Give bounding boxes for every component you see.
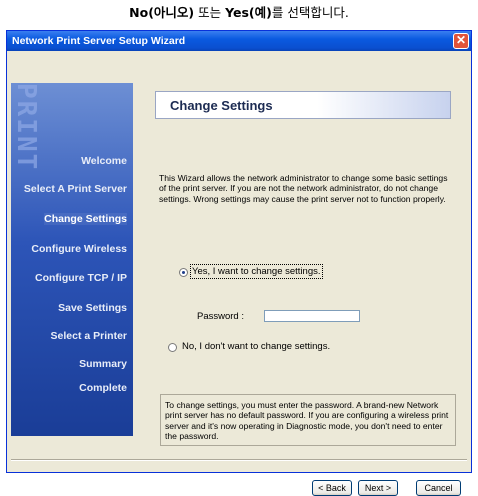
password-input[interactable] bbox=[264, 310, 360, 322]
sidebar-item-complete: Complete bbox=[79, 382, 127, 394]
sidebar-item-welcome: Welcome bbox=[81, 155, 127, 167]
back-button[interactable]: < Back bbox=[312, 480, 352, 496]
close-icon: ✕ bbox=[455, 33, 467, 47]
sidebar-item-configure-tcpip: Configure TCP / IP bbox=[35, 272, 127, 284]
caption-no: No(아니오) bbox=[129, 5, 195, 20]
page-title: Change Settings bbox=[170, 98, 273, 113]
description-text: This Wizard allows the network administr… bbox=[159, 173, 448, 204]
sidebar-item-select-printer: Select a Printer bbox=[50, 330, 127, 342]
sidebar-item-select-print-server: Select A Print Server bbox=[23, 183, 127, 195]
password-label: Password : bbox=[197, 311, 244, 322]
print-logo: PRINT bbox=[11, 83, 41, 172]
caption-or: 또는 bbox=[194, 5, 226, 20]
next-button[interactable]: Next > bbox=[358, 480, 398, 496]
window-title: Network Print Server Setup Wizard bbox=[12, 35, 186, 47]
sidebar-item-change-settings: Change Settings bbox=[44, 213, 127, 225]
close-button[interactable]: ✕ bbox=[453, 33, 469, 49]
page-header: Change Settings bbox=[155, 91, 451, 119]
radio-yes[interactable] bbox=[179, 268, 188, 277]
wizard-sidebar: PRINT Welcome Select A Print Server Chan… bbox=[11, 83, 133, 436]
sidebar-item-summary: Summary bbox=[79, 358, 127, 370]
button-separator bbox=[11, 459, 467, 461]
password-note: To change settings, you must enter the p… bbox=[160, 394, 456, 446]
wizard-window: Network Print Server Setup Wizard ✕ PRIN… bbox=[6, 30, 472, 496]
page-caption: No(아니오) 또는 Yes(예)를 선택합니다. bbox=[0, 2, 478, 21]
radio-no-label[interactable]: No, I don't want to change settings. bbox=[182, 341, 330, 352]
caption-yes: Yes(예) bbox=[225, 5, 272, 20]
sidebar-item-configure-wireless: Configure Wireless bbox=[31, 243, 127, 255]
radio-yes-label[interactable]: Yes, I want to change settings. bbox=[190, 264, 323, 279]
sidebar-item-save-settings: Save Settings bbox=[58, 302, 127, 314]
caption-rest: 를 선택합니다. bbox=[271, 5, 349, 20]
wizard-content: Change Settings This Wizard allows the n… bbox=[142, 83, 460, 446]
title-bar[interactable]: Network Print Server Setup Wizard ✕ bbox=[7, 31, 471, 51]
radio-no[interactable] bbox=[168, 343, 177, 352]
cancel-button[interactable]: Cancel bbox=[416, 480, 461, 496]
